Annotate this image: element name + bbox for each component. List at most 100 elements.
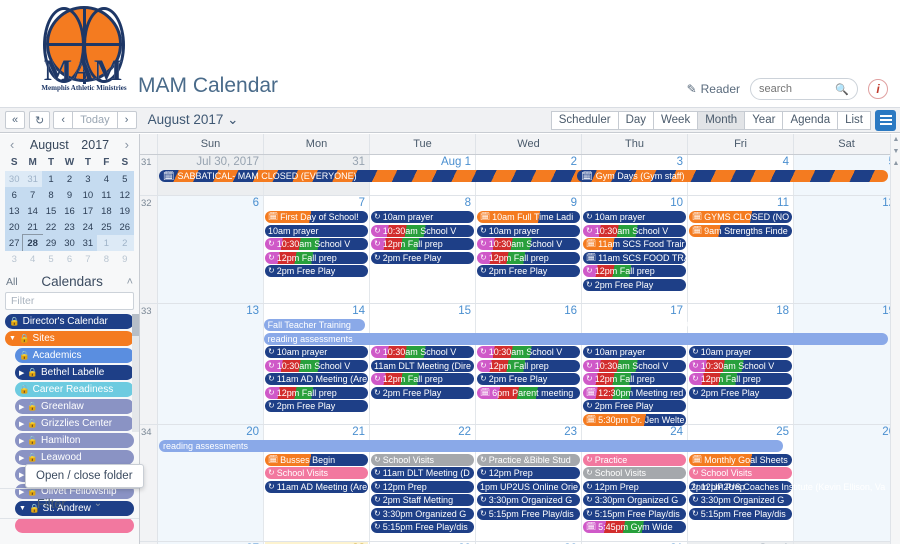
day-number[interactable]: 7	[265, 196, 368, 211]
mini-day-cell[interactable]: 8	[97, 251, 116, 267]
calendar-event[interactable]: ↻ 12pm Fall prep	[265, 251, 368, 264]
filter-panel-header[interactable]: Filter ⌄	[0, 488, 139, 518]
calendar-scrollbar[interactable]: ▲ ▼ ▲	[890, 134, 900, 544]
calendar-item-bethel-labelle[interactable]: ▶ 🔒 Bethel Labelle	[15, 365, 134, 380]
view-button-week[interactable]: Week	[653, 110, 699, 130]
search-input[interactable]	[759, 83, 827, 95]
mini-day-cell[interactable]: 1	[41, 171, 61, 187]
mini-day-cell[interactable]: 2	[115, 235, 134, 251]
prev-period-button[interactable]: ‹	[53, 111, 74, 129]
day-number[interactable]: 24	[583, 425, 686, 440]
day-cell[interactable]: 9 🗓 10am Full Time Ladi ↻ 10am prayer ↻ 10:30a…	[476, 196, 582, 303]
mini-day-cell[interactable]: 24	[78, 219, 98, 235]
sidebar-scrollbar[interactable]	[132, 314, 139, 432]
calendar-event[interactable]: ↻ 2pm Free Play	[583, 278, 686, 291]
mini-day-cell[interactable]: 20	[5, 219, 24, 235]
calendar-event[interactable]: 🗓 First Day of School!	[265, 211, 368, 223]
calendar-event[interactable]: ↻ 11am AD Meeting (Are	[265, 373, 368, 385]
mini-day-cell[interactable]: 26	[115, 219, 134, 235]
calendar-event[interactable]: ↻ 12pm Prep	[371, 480, 474, 493]
all-day-event[interactable]: reading assessments	[263, 332, 888, 345]
collapse-sidebar-button[interactable]: «	[5, 111, 25, 129]
day-number[interactable]: 13	[159, 304, 262, 319]
calendar-event[interactable]: 10am prayer	[265, 224, 368, 237]
day-number[interactable]: 18	[689, 304, 792, 319]
info-button[interactable]: i	[868, 79, 888, 99]
calendar-event[interactable]: ↻ 3:30pm Organized G	[583, 494, 686, 506]
day-number[interactable]: Aug 1	[371, 155, 474, 170]
calendar-event[interactable]: ↻ 2pm Free Play	[371, 386, 474, 399]
day-cell[interactable]: 16↻10am prayer↻10:30am School V↻12pm Fal…	[476, 304, 582, 424]
view-button-month[interactable]: Month	[697, 110, 746, 130]
day-cell[interactable]: 10 ↻ 10am prayer ↻ 10:30am School V 🗓 11am SCS…	[582, 196, 688, 303]
calendar-event[interactable]: ↻ 12pm Fall prep	[477, 251, 580, 264]
mini-day-cell[interactable]: 11	[97, 187, 116, 203]
calendar-event[interactable]: ↻10am prayer	[371, 211, 474, 223]
view-button-list[interactable]: List	[837, 110, 871, 130]
day-number[interactable]: 10	[583, 196, 686, 211]
calendar-event[interactable]: ↻ 2pm Free Play	[265, 400, 368, 412]
calendar-event[interactable]: ↻10am prayer	[689, 346, 792, 358]
calendar-item-greenlaw[interactable]: ▶ 🔒 Greenlaw	[15, 399, 134, 414]
calendar-event[interactable]: ↻ 5:15pm Free Play/dis	[583, 507, 686, 520]
day-number[interactable]: 21	[265, 425, 368, 440]
calendar-event[interactable]: ↻ 2pm Free Play	[477, 373, 580, 385]
calendar-event[interactable]: ↻ 10:30am School V	[371, 346, 474, 358]
mini-day-cell[interactable]: 13	[5, 203, 24, 219]
calendar-event[interactable]: ↻ 3:30pm Organized G	[371, 507, 474, 520]
calendar-event[interactable]: ↻ 12pm Fall prep	[265, 386, 368, 399]
day-number[interactable]: 8	[371, 196, 474, 211]
view-button-year[interactable]: Year	[744, 110, 784, 130]
calendar-event[interactable]: ↻ 10:30am School V	[583, 359, 686, 372]
mini-day-cell[interactable]: 25	[97, 219, 116, 235]
mini-day-cell[interactable]: 18	[97, 203, 116, 219]
search-icon[interactable]: 🔍	[835, 83, 849, 96]
calendar-event[interactable]: ↻ 3:30pm Organized G	[477, 494, 580, 506]
day-cell[interactable]: 13	[158, 304, 264, 424]
calendar-event[interactable]: ↻ 12pm Prep	[583, 480, 686, 493]
period-label[interactable]: August 2017 ⌄	[148, 112, 239, 128]
calendar-event[interactable]: 11am DLT Meeting (Dire	[371, 359, 474, 372]
mini-day-cell[interactable]: 27	[5, 235, 24, 251]
mini-next-month[interactable]: ›	[122, 137, 132, 152]
day-cell[interactable]: 8 ↻ 10am prayer ↻ 10:30am School V ↻ 12pm Fall…	[370, 196, 476, 303]
calendar-event[interactable]: ↻ 10:30am School V	[265, 359, 368, 372]
mini-day-cell[interactable]: 3	[78, 171, 98, 187]
calendar-item-career-readiness[interactable]: 🔒 Career Readiness	[15, 382, 134, 397]
day-number[interactable]: 19	[795, 304, 898, 319]
mini-day-cell[interactable]: 9	[60, 187, 79, 203]
calendar-item-grizzlies-center[interactable]: ▶ 🔒 Grizzlies Center	[15, 416, 134, 431]
mini-day-cell[interactable]: 6	[60, 251, 79, 267]
day-number[interactable]: 16	[477, 304, 580, 319]
calendar-event[interactable]: ↻ 12pm Fall prep	[477, 359, 580, 372]
calendar-event[interactable]: ↻ 10:30am School V	[265, 238, 368, 250]
day-number[interactable]: Jul 30, 2017	[159, 155, 262, 170]
calendar-item-director-s-calendar[interactable]: 🔒 Director's Calendar	[5, 314, 134, 329]
calendar-event[interactable]: ↻ 2pm Free Play	[583, 400, 686, 412]
view-button-day[interactable]: Day	[617, 110, 655, 130]
all-day-event[interactable]: reading assessments	[159, 440, 784, 452]
day-cell[interactable]: 7 🗓 First Day of School! 10am prayer ↻ 10:30a…	[264, 196, 370, 303]
calendar-event[interactable]: 🗓 5:30pm Dr. Jen Welte	[583, 413, 686, 426]
mini-day-cell[interactable]: 17	[78, 203, 98, 219]
mini-day-cell[interactable]: 19	[115, 203, 134, 219]
calendar-event[interactable]: ↻ 12pm Prep	[477, 467, 580, 479]
calendar-event[interactable]: ↻ 2pm Free Play	[371, 251, 474, 264]
calendar-event[interactable]: ↻ 5:15pm Free Play/dis	[371, 521, 474, 533]
calendar-event[interactable]: ↻10am prayer	[583, 211, 686, 223]
mini-day-cell[interactable]: 4	[23, 251, 42, 267]
mini-day-cell[interactable]: 30	[60, 235, 79, 251]
mini-day-cell[interactable]: 15	[41, 203, 61, 219]
day-number[interactable]: 6	[159, 196, 262, 211]
calendar-event[interactable]: ↻ 12pm Fall prep	[583, 373, 686, 385]
mini-day-cell[interactable]: 21	[23, 219, 42, 235]
chevron-right-icon[interactable]: ▶	[19, 454, 24, 462]
scroll-up-icon[interactable]: ▲	[891, 134, 900, 145]
mini-day-cell[interactable]: 7	[23, 187, 42, 203]
day-number[interactable]: 5	[795, 155, 898, 170]
scroll-up-icon-2[interactable]: ▲	[891, 158, 900, 169]
calendar-event[interactable]: ↻ 10:30am School V	[583, 224, 686, 237]
mini-year-label[interactable]: 2017	[81, 138, 109, 152]
mini-day-cell[interactable]: 5	[115, 171, 134, 187]
calendar-event[interactable]: ↻10am prayer	[477, 224, 580, 237]
